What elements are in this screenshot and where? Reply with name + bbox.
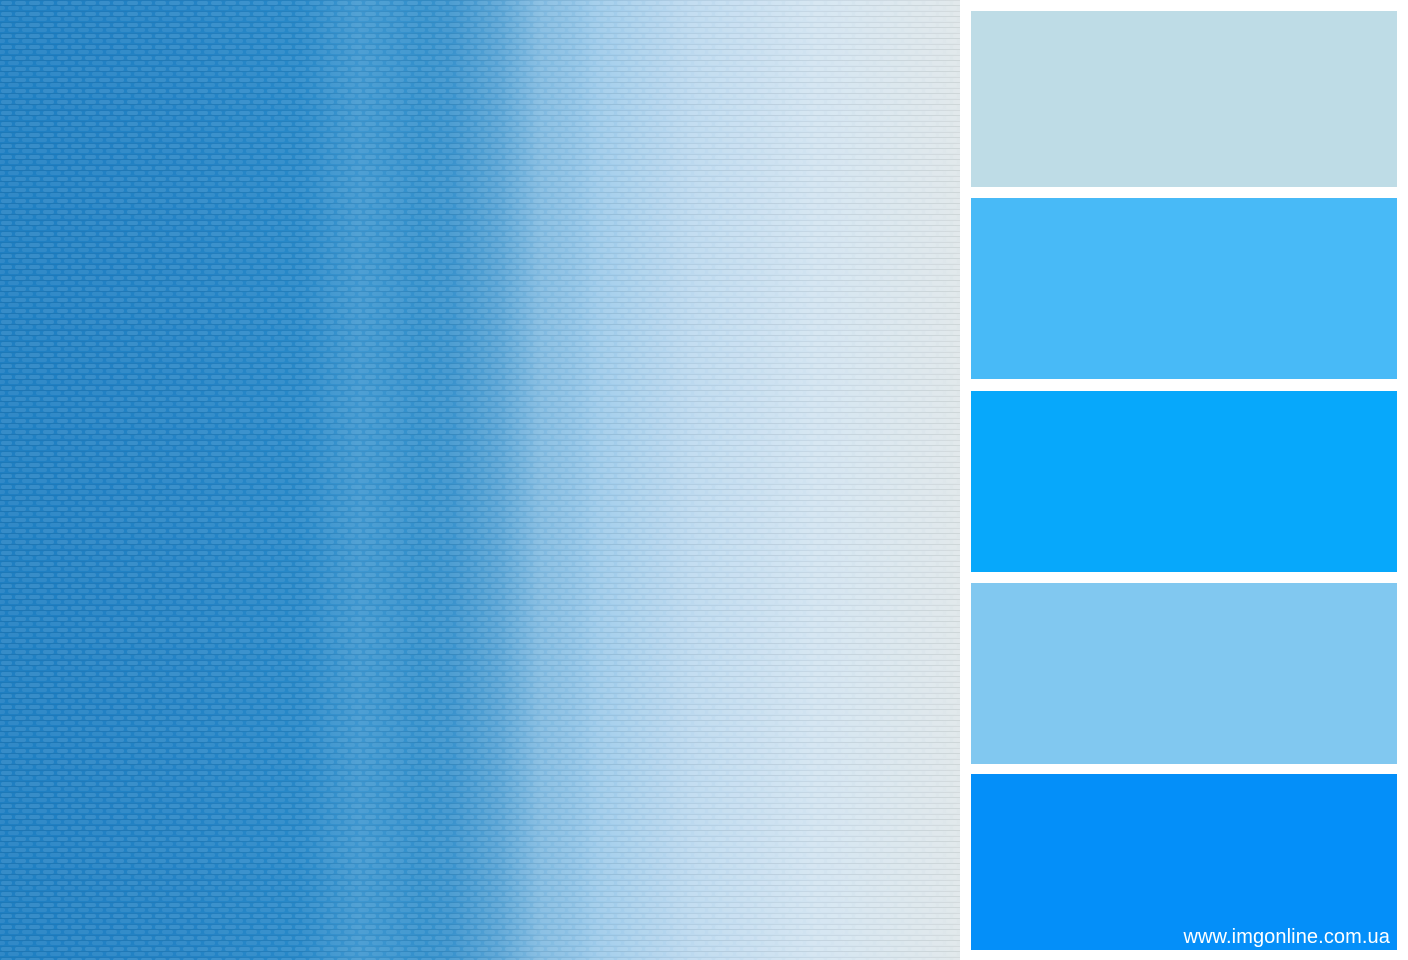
canvas-texture xyxy=(0,0,960,960)
color-swatch-3 xyxy=(971,391,1397,572)
color-swatch-1 xyxy=(971,11,1397,187)
paint-gradient-photo xyxy=(0,0,960,960)
color-swatch-4 xyxy=(971,583,1397,764)
watermark-text: www.imgonline.com.ua xyxy=(1183,926,1390,948)
color-swatch-2 xyxy=(971,198,1397,379)
color-swatch-5 xyxy=(971,774,1397,950)
